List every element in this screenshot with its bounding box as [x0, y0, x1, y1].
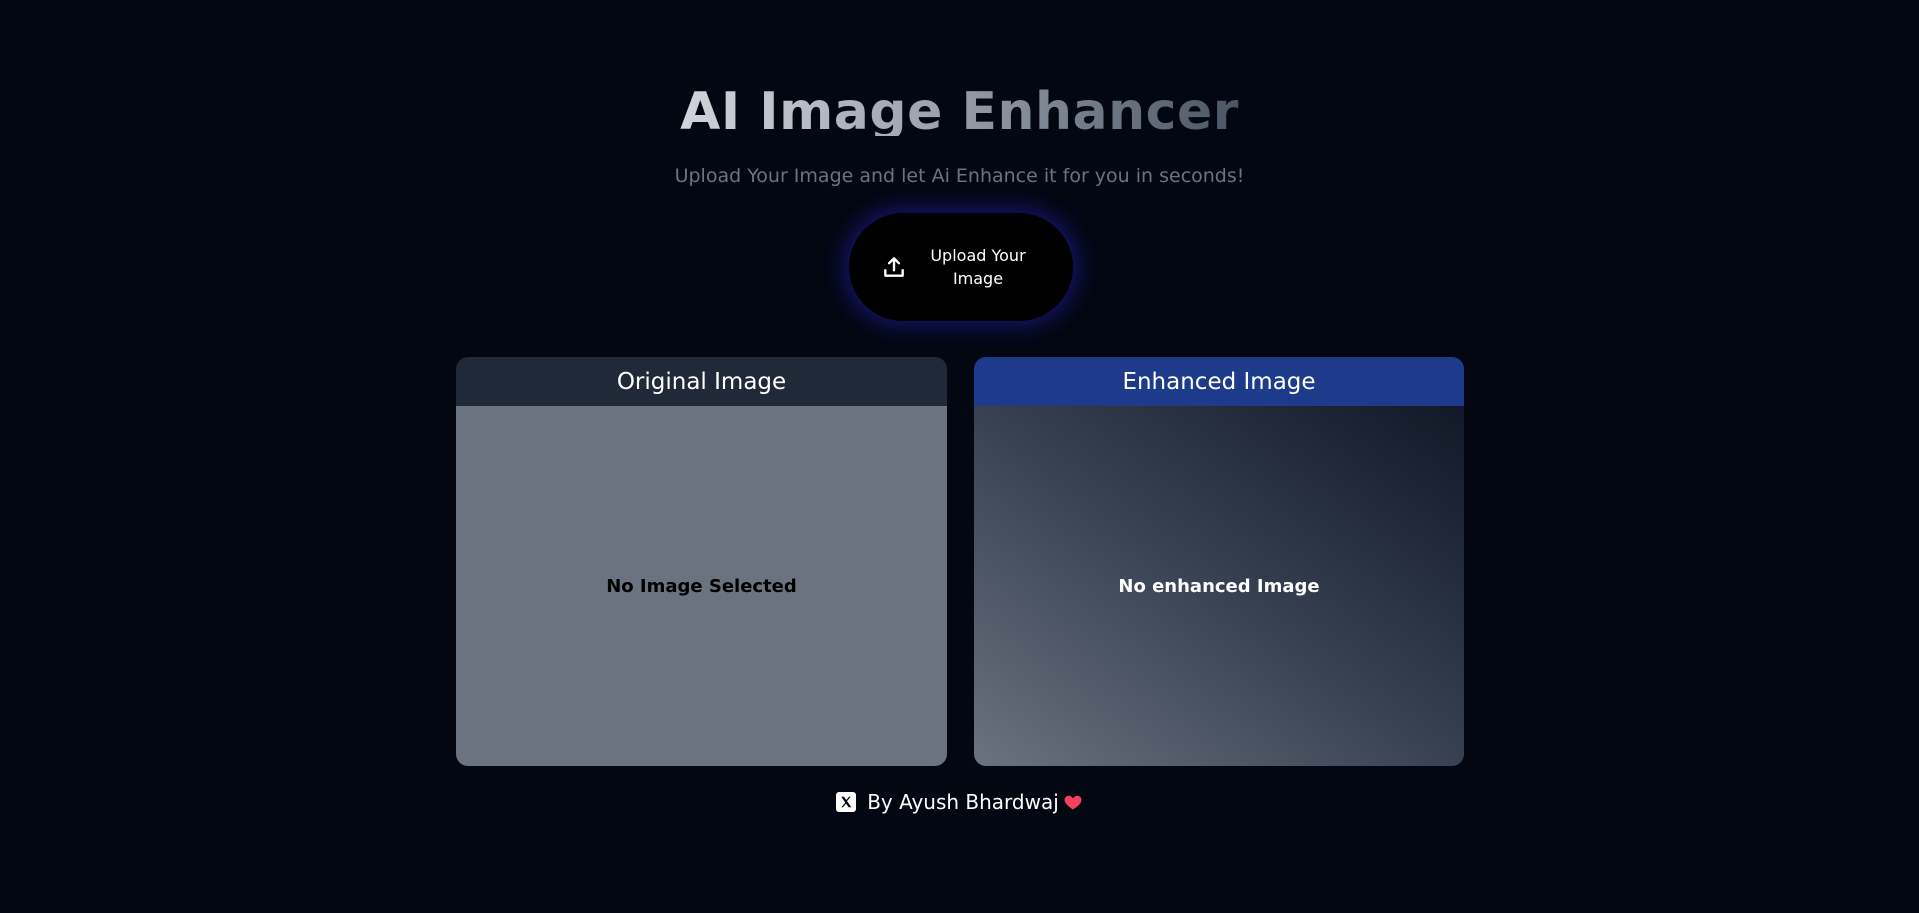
page-title: AI Image Enhancer	[0, 76, 1919, 136]
enhanced-image-placeholder-text: No enhanced Image	[1118, 575, 1320, 597]
original-image-title: Original Image	[456, 357, 947, 406]
heart-icon	[1064, 795, 1082, 810]
enhanced-image-panel: Enhanced Image No enhanced Image	[974, 357, 1464, 766]
enhanced-image-placeholder: No enhanced Image	[974, 406, 1464, 766]
original-image-placeholder-text: No Image Selected	[606, 575, 797, 597]
upload-button-label: Upload Your Image	[930, 246, 1026, 288]
enhanced-image-title: Enhanced Image	[974, 357, 1464, 406]
footer-credit: By Ayush Bhardwaj	[0, 788, 1919, 816]
page-subtitle: Upload Your Image and let Ai Enhance it …	[674, 165, 1245, 187]
original-image-placeholder: No Image Selected	[456, 406, 947, 766]
upload-icon	[884, 257, 904, 277]
upload-image-button[interactable]: Upload Your Image	[849, 213, 1073, 321]
original-image-panel: Original Image No Image Selected	[456, 357, 947, 766]
app-page: AI Image Enhancer Upload Your Image and …	[0, 0, 1919, 913]
x-logo-icon[interactable]	[836, 792, 857, 812]
author-credit-text: By Ayush Bhardwaj	[867, 790, 1059, 814]
